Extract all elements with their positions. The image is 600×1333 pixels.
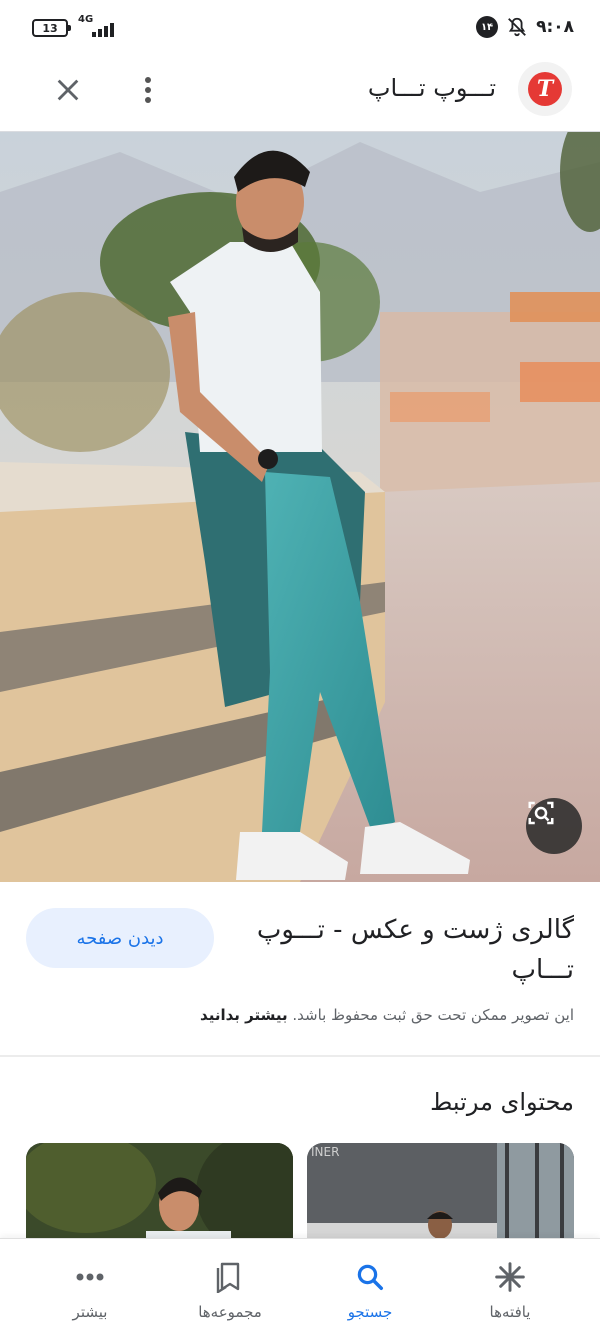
clock: ۹:۰۸ [536,17,574,37]
nav-item-discover[interactable]: یافته‌ها [435,1239,585,1333]
viewer-header: تـــوپ تـــاپ T [0,58,600,132]
visit-page-button[interactable]: دیدن صفحه [26,908,214,968]
search-icon [352,1259,388,1295]
lens-search-button[interactable] [526,798,582,854]
more-horiz-icon [72,1259,108,1295]
close-button[interactable] [50,72,86,108]
site-logo[interactable]: T [518,62,572,116]
lens-icon [528,801,554,825]
nav-item-label: بیشتر [72,1303,108,1321]
main-image[interactable] [0,132,600,882]
thumbnail-image [26,1143,293,1253]
signal-indicator: 4G [78,14,118,40]
thumbnail-overlay-text: INER [311,1145,340,1159]
related-thumbnail[interactable]: INER [307,1143,574,1253]
battery-level-text: 13 [42,21,58,35]
nav-item-label: جستجو [347,1303,393,1321]
nav-item-label: یافته‌ها [489,1303,531,1321]
related-thumbnail[interactable] [26,1143,293,1253]
battery-indicator: 13 [32,19,71,37]
signal-bars-icon [92,23,114,37]
bottom-navigation: بیشتر مجموعه‌ها جستجو یافته‌ها [0,1238,600,1333]
notification-badge: ۱۴ [476,16,499,38]
bell-muted-icon [508,17,526,37]
section-divider [0,1055,600,1057]
learn-more-link[interactable]: بیشتر بدانید [200,1006,288,1024]
result-title[interactable]: گالری ژست و عکس - تـــوپ تـــاپ [234,910,574,990]
nav-item-more[interactable]: بیشتر [15,1239,165,1333]
nav-item-collections[interactable]: مجموعه‌ها [155,1239,305,1333]
thumbnail-image [307,1143,574,1253]
close-icon [57,79,79,101]
status-bar: 13 4G ۱۴ ۹:۰۸ [0,0,600,58]
copyright-notice: این تصویر ممکن تحت حق ثبت محفوظ باشد. بی… [200,1006,574,1024]
status-right-group: ۱۴ ۹:۰۸ [476,16,574,38]
photo-illustration [0,132,600,882]
network-type: 4G [78,14,94,25]
site-name[interactable]: تـــوپ تـــاپ [368,74,496,102]
nav-item-search[interactable]: جستجو [295,1239,445,1333]
nav-item-label: مجموعه‌ها [198,1303,262,1321]
copyright-text: این تصویر ممکن تحت حق ثبت محفوظ باشد. [292,1006,574,1024]
discover-icon [492,1259,528,1295]
collections-icon [212,1259,248,1295]
more-vert-icon [145,77,151,83]
related-content-heading: محتوای مرتبط [430,1088,574,1116]
site-logo-letter: T [528,72,562,106]
more-options-button[interactable] [136,72,160,108]
